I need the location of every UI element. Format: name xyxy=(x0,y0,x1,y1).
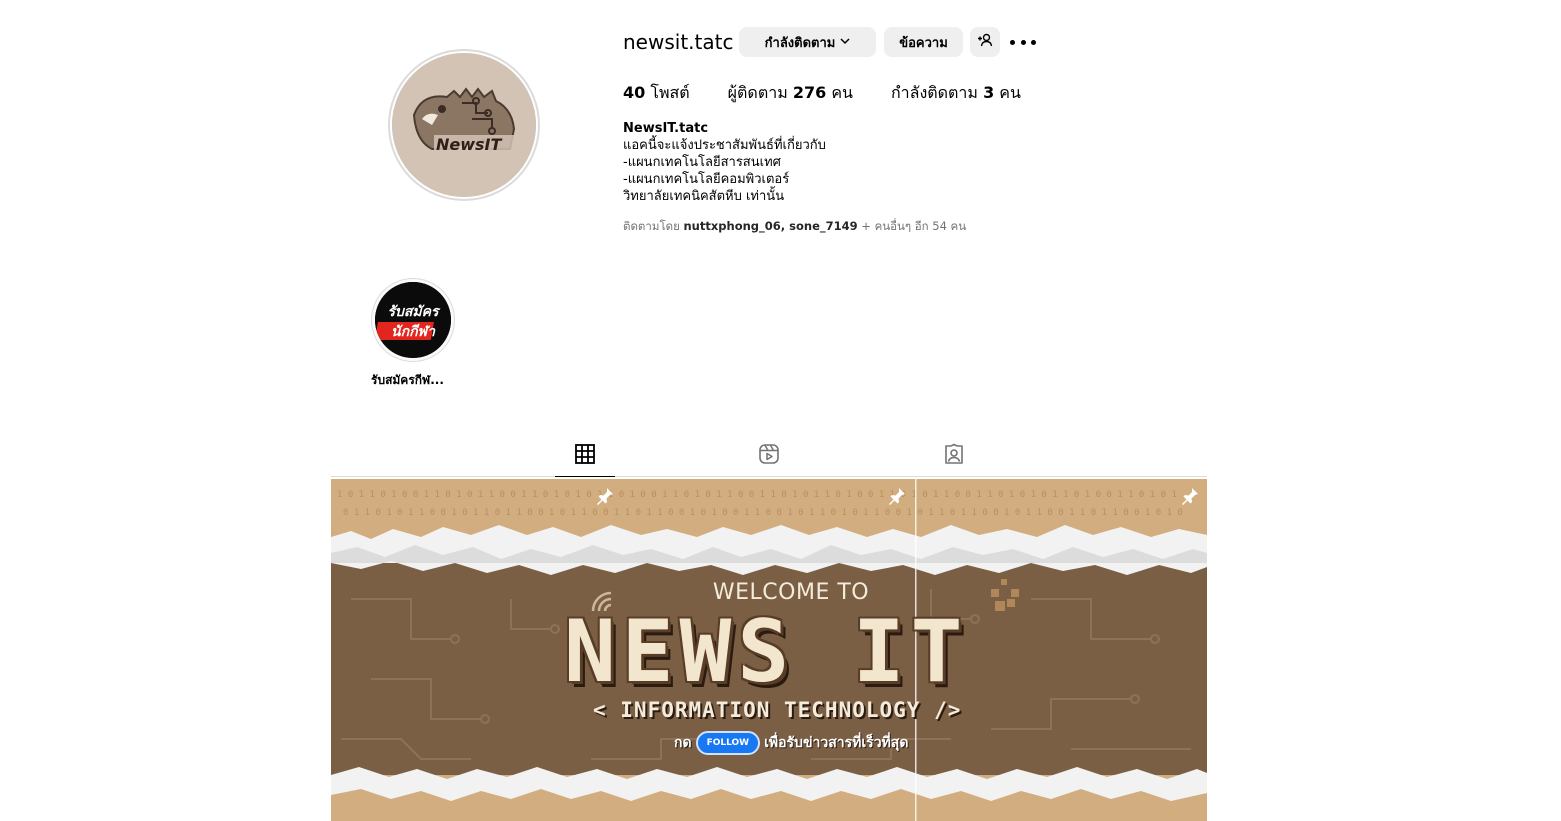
chevron-down-icon xyxy=(840,37,850,48)
highlight-cover-text-bottom: นักกีฬา xyxy=(391,323,436,340)
bio-line: วิทยาลัยเทคนิคสัตหีบ เท่านั้น xyxy=(623,189,785,204)
banner-subtitle: < INFORMATION TECHNOLOGY /> xyxy=(593,698,962,722)
story-highlight[interactable]: รับสมัคร นักกีฬา รับสมัครกีฬ... xyxy=(371,278,455,390)
reels-icon xyxy=(758,443,780,469)
bio-name: NewsIT.tatc xyxy=(623,121,709,136)
highlight-cover: รับสมัคร นักกีฬา xyxy=(375,282,451,358)
pin-icon xyxy=(888,487,906,505)
followed-by[interactable]: ติดตามโดย nuttxphong_06, sone_7149 + คนอ… xyxy=(623,218,966,236)
tagged-icon xyxy=(943,443,965,469)
banner-cta: กด FOLLOW เพื่อรับข่าวสารที่เร็วที่สุด xyxy=(674,731,908,755)
svg-text:NewsIT: NewsIT xyxy=(436,135,503,154)
tab-posts[interactable] xyxy=(555,443,615,477)
tab-tagged[interactable] xyxy=(924,443,984,477)
suggest-users-button[interactable] xyxy=(970,27,1000,57)
following-count[interactable]: กำลังติดตาม 3 คน xyxy=(891,83,1021,103)
add-user-icon xyxy=(977,32,993,52)
message-button[interactable]: ข้อความ xyxy=(884,27,963,57)
banner-title: NEWS IT xyxy=(564,602,969,702)
profile-username: newsit.tatc xyxy=(623,30,734,54)
newsit-logo-icon: NewsIT xyxy=(392,53,536,197)
profile-stats: 40 โพสต์ ผู้ติดตาม 276 คน กำลังติดตาม 3 … xyxy=(623,83,1059,103)
highlight-label: รับสมัครกีฬ... xyxy=(371,373,444,387)
following-button-label: กำลังติดตาม xyxy=(764,35,836,51)
following-button[interactable]: กำลังติดตาม xyxy=(739,27,876,57)
bio-line: -แผนกเทคโนโลยีสารสนเทศ xyxy=(623,155,781,170)
bio-line: -แผนกเทคโนโลยีคอมพิวเตอร์ xyxy=(623,172,790,187)
pin-icon xyxy=(1181,487,1199,505)
bio-line: แอคนี้จะแจ้งประชาสัมพันธ์ที่เกี่ยวกับ xyxy=(623,138,826,153)
profile-bio: NewsIT.tatc แอคนี้จะแจ้งประชาสัมพันธ์ที่… xyxy=(623,120,826,205)
followers-count[interactable]: ผู้ติดตาม 276 คน xyxy=(728,83,853,103)
profile-page: NewsIT newsit.tatc กำลังติดตาม ข้อความ 4… xyxy=(0,0,1561,821)
svg-text:0 1 1 0 1 0 1 1 0 0 1 0 1: 0 1 1 0 1 0 1 1 0 0 1 0 1 1 0 1 1 0 0 1 … xyxy=(343,508,1183,518)
pinned-post-banner[interactable]: 1 0 1 1 0 1 0 0 1 1 0 1 0 1 1 0 0 1 1 0 … xyxy=(331,479,1207,821)
more-options-icon[interactable] xyxy=(1010,32,1036,52)
message-button-label: ข้อความ xyxy=(899,35,948,51)
pin-icon xyxy=(596,487,614,505)
tab-reels[interactable] xyxy=(739,443,799,477)
svg-text:1 0 1 1 0 1 0 0 1 1 0 1 0: 1 0 1 1 0 1 0 0 1 1 0 1 0 1 1 0 0 1 1 0 … xyxy=(337,490,1177,500)
grid-icon xyxy=(574,443,596,469)
highlight-cover-text-top: รับสมัคร xyxy=(387,304,441,320)
posts-count: 40 โพสต์ xyxy=(623,83,690,102)
profile-avatar[interactable]: NewsIT xyxy=(388,49,540,201)
banner-follow-badge: FOLLOW xyxy=(695,731,761,755)
